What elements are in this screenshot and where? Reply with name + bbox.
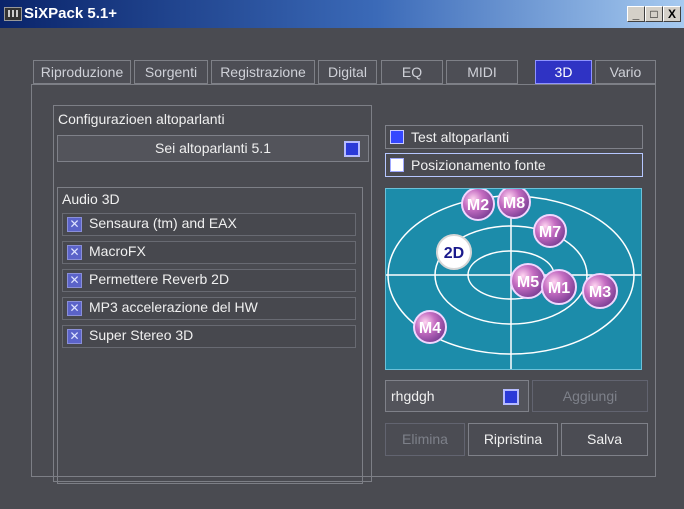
option-super-stereo-label: Super Stereo 3D (89, 327, 194, 343)
app-icon (4, 7, 22, 21)
marker-m3[interactable]: M3 (582, 273, 618, 309)
marker-m7[interactable]: M7 (533, 214, 567, 248)
reset-button-label: Ripristina (483, 431, 543, 447)
tab-eq-label: EQ (401, 64, 423, 80)
tab-3d-label: 3D (554, 64, 573, 80)
tab-sorgenti-label: Sorgenti (144, 64, 198, 80)
radio-square-icon[interactable] (390, 130, 404, 144)
marker-m5[interactable]: M5 (510, 263, 546, 299)
option-sensaura[interactable]: ✕ Sensaura (tm) and EAX (62, 213, 356, 236)
preset-value: rhgdgh (391, 388, 435, 404)
preset-dropdown[interactable]: rhgdgh (385, 380, 529, 412)
save-button-label: Salva (586, 431, 623, 447)
delete-button[interactable]: Elimina (385, 423, 465, 456)
checkbox-checked-icon[interactable]: ✕ (67, 273, 82, 288)
marker-2d-label: 2D (444, 245, 464, 262)
tab-vario-label: Vario (609, 64, 642, 80)
radio-square-icon[interactable] (390, 158, 404, 172)
tab-digital-label: Digital (328, 64, 367, 80)
checkbox-checked-icon[interactable]: ✕ (67, 217, 82, 232)
window-title: SiXPack 5.1+ (24, 5, 117, 22)
tab-midi-label: MIDI (467, 64, 497, 80)
tab-3d[interactable]: 3D (535, 60, 592, 84)
radar-graphic: M2 M8 M7 2D M5 M1 M3 M4 (386, 189, 641, 369)
marker-m3-label: M3 (589, 284, 611, 301)
speaker-config-value: Sei altoparlanti 5.1 (155, 140, 271, 156)
delete-button-label: Elimina (402, 431, 448, 447)
source-position-option[interactable]: Posizionamento fonte (385, 153, 643, 177)
marker-m8-label: M8 (503, 195, 525, 212)
audio3d-label: Audio 3D (62, 191, 120, 207)
maximize-button[interactable]: □ (645, 6, 663, 22)
add-button[interactable]: Aggiungi (532, 380, 648, 412)
tab-sorgenti[interactable]: Sorgenti (134, 60, 208, 84)
close-button[interactable]: X (663, 6, 681, 22)
tab-riproduzione[interactable]: Riproduzione (33, 60, 131, 84)
option-reverb-2d[interactable]: ✕ Permettere Reverb 2D (62, 269, 356, 292)
title-bar: SiXPack 5.1+ _ □ X (0, 0, 684, 28)
marker-m1-label: M1 (548, 280, 570, 297)
speaker-config-combo[interactable]: Sei altoparlanti 5.1 (57, 135, 369, 162)
reset-button[interactable]: Ripristina (468, 423, 558, 456)
marker-m7-label: M7 (539, 224, 561, 241)
marker-m4[interactable]: M4 (413, 310, 447, 344)
option-reverb-2d-label: Permettere Reverb 2D (89, 271, 230, 287)
speaker-position-radar[interactable]: M2 M8 M7 2D M5 M1 M3 M4 (385, 188, 642, 370)
tab-riproduzione-label: Riproduzione (40, 64, 124, 80)
tab-vario[interactable]: Vario (595, 60, 656, 84)
marker-2d[interactable]: 2D (436, 234, 472, 270)
test-speakers-option[interactable]: Test altoparlanti (385, 125, 643, 149)
marker-m2-label: M2 (467, 197, 489, 214)
marker-m1[interactable]: M1 (541, 269, 577, 305)
marker-m4-label: M4 (419, 320, 441, 337)
tab-midi[interactable]: MIDI (446, 60, 518, 84)
option-mp3-hw-label: MP3 accelerazione del HW (89, 299, 258, 315)
option-sensaura-label: Sensaura (tm) and EAX (89, 215, 237, 231)
tab-registrazione-label: Registrazione (220, 64, 306, 80)
speaker-config-label: Configurazioen altoparlanti (58, 111, 225, 127)
option-macrofx-label: MacroFX (89, 243, 146, 259)
checkbox-checked-icon[interactable]: ✕ (67, 329, 82, 344)
option-super-stereo[interactable]: ✕ Super Stereo 3D (62, 325, 356, 348)
dropdown-arrow-icon[interactable] (344, 141, 360, 157)
checkbox-checked-icon[interactable]: ✕ (67, 301, 82, 316)
tab-registrazione[interactable]: Registrazione (211, 60, 315, 84)
test-speakers-label: Test altoparlanti (411, 129, 510, 145)
checkbox-checked-icon[interactable]: ✕ (67, 245, 82, 260)
option-macrofx[interactable]: ✕ MacroFX (62, 241, 356, 264)
save-button[interactable]: Salva (561, 423, 648, 456)
marker-m8[interactable]: M8 (497, 189, 531, 219)
add-button-label: Aggiungi (562, 388, 618, 404)
dropdown-arrow-icon[interactable] (503, 389, 519, 405)
source-position-label: Posizionamento fonte (411, 157, 546, 173)
minimize-button[interactable]: _ (627, 6, 645, 22)
tab-digital[interactable]: Digital (318, 60, 377, 84)
marker-m5-label: M5 (517, 274, 539, 291)
marker-m2[interactable]: M2 (461, 189, 495, 221)
tab-eq[interactable]: EQ (381, 60, 443, 84)
option-mp3-hw[interactable]: ✕ MP3 accelerazione del HW (62, 297, 356, 320)
